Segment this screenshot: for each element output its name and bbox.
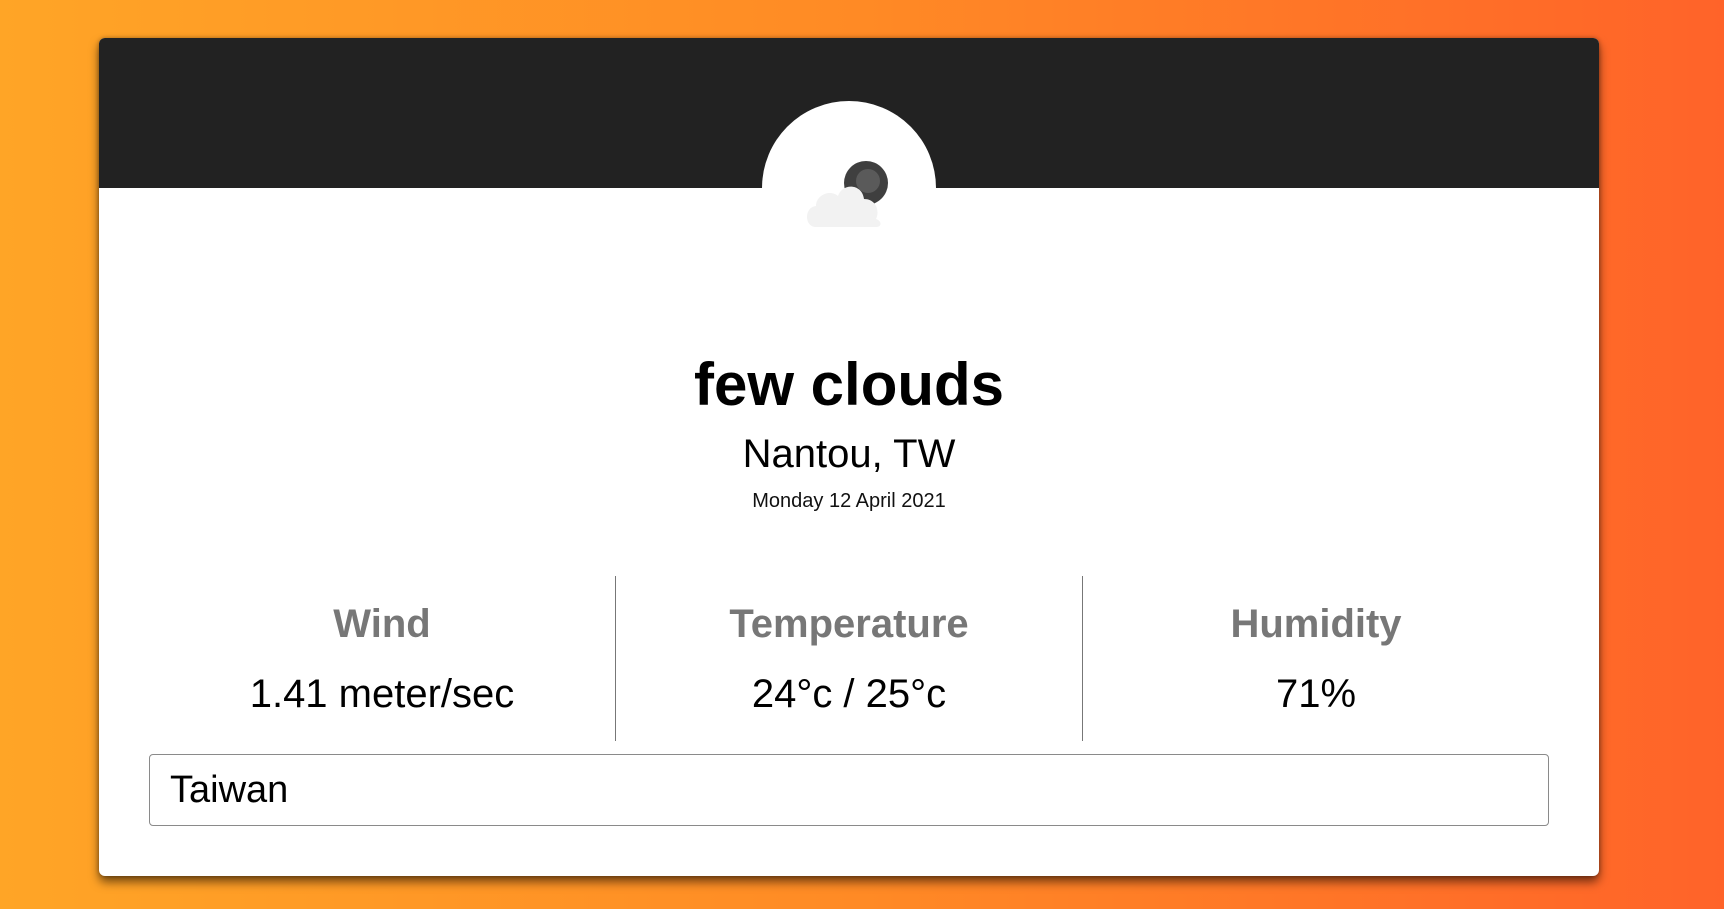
stat-wind: Wind 1.41 meter/sec bbox=[149, 576, 615, 741]
weather-stats: Wind 1.41 meter/sec Temperature 24°c / 2… bbox=[149, 576, 1549, 741]
stat-temperature-label: Temperature bbox=[729, 602, 969, 646]
few-clouds-night-icon bbox=[807, 161, 888, 227]
stat-temperature: Temperature 24°c / 25°c bbox=[615, 576, 1082, 741]
weather-description: few clouds bbox=[693, 351, 1005, 418]
stat-humidity-label: Humidity bbox=[1230, 602, 1402, 646]
city-search-input[interactable] bbox=[149, 754, 1549, 826]
stat-humidity-value: 71% bbox=[1275, 672, 1357, 716]
stat-wind-label: Wind bbox=[333, 602, 431, 646]
stat-wind-value: 1.41 meter/sec bbox=[249, 672, 515, 716]
weather-date: Monday 12 April 2021 bbox=[752, 490, 946, 512]
stat-temperature-value: 24°c / 25°c bbox=[751, 672, 947, 716]
weather-card: few clouds Nantou, TW Monday 12 April 20… bbox=[99, 38, 1599, 876]
weather-icon-badge bbox=[762, 101, 936, 275]
stat-humidity: Humidity 71% bbox=[1082, 576, 1549, 741]
weather-location: Nantou, TW bbox=[742, 432, 956, 476]
